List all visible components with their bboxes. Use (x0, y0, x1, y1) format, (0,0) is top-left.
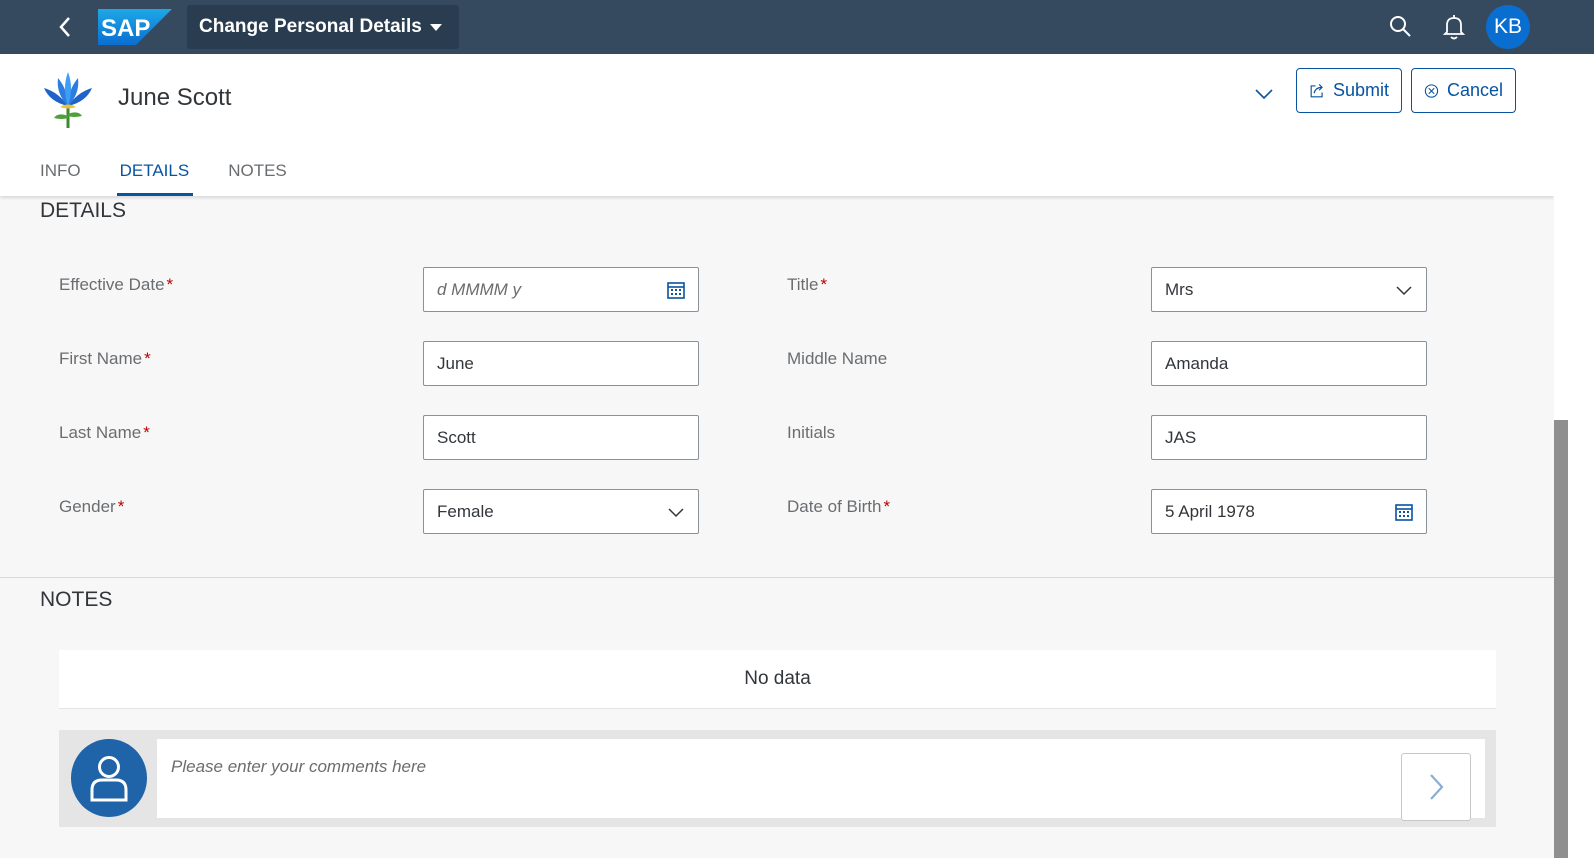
last-name-label: Last Name * (59, 423, 150, 442)
tab-notes[interactable]: NOTES (228, 154, 287, 196)
section-divider (0, 577, 1554, 578)
last-name-value: Scott (437, 427, 476, 447)
initials-field[interactable]: JAS (1151, 415, 1427, 460)
comment-textarea[interactable]: Please enter your comments here (157, 739, 1485, 821)
cancel-label: Cancel (1446, 80, 1503, 100)
tab-bar: INFO DETAILS NOTES (40, 154, 326, 196)
gender-value: Female (437, 501, 494, 521)
tab-details[interactable]: DETAILS (116, 154, 193, 196)
app-title: Change Personal Details (199, 16, 422, 37)
submit-label: Submit (1332, 80, 1389, 100)
share-icon (1310, 83, 1323, 97)
no-data-text: No data (744, 668, 811, 689)
caret-down-icon (429, 23, 442, 31)
first-name-value: June (437, 353, 474, 373)
notes-list-empty: No data (59, 650, 1496, 709)
last-name-field[interactable]: Scott (423, 415, 699, 460)
tab-info[interactable]: INFO (40, 154, 81, 196)
sap-logo[interactable]: SAP (98, 9, 172, 45)
back-button[interactable] (50, 12, 80, 42)
right-gutter (1568, 54, 1594, 858)
initials-value: JAS (1165, 427, 1197, 447)
date-of-birth-field[interactable]: 5 April 1978 (1151, 489, 1427, 534)
submit-button[interactable]: Submit (1296, 68, 1402, 113)
title-value: Mrs (1165, 279, 1194, 299)
date-of-birth-value: 5 April 1978 (1165, 501, 1255, 521)
person-icon (90, 756, 128, 802)
gender-select[interactable]: Female (423, 489, 699, 534)
shell-bar: SAP Change Personal Details KB (0, 0, 1594, 54)
cancel-icon (1424, 83, 1439, 98)
chevron-down-icon[interactable] (1252, 82, 1276, 106)
first-name-label: First Name * (59, 349, 151, 368)
initials-label: Initials (787, 423, 836, 442)
title-label: Title * (787, 275, 828, 294)
post-comment-button[interactable] (1401, 753, 1471, 821)
scrollbar-thumb[interactable] (1554, 420, 1568, 858)
notes-section-title: NOTES (40, 588, 113, 611)
search-icon[interactable] (1388, 14, 1414, 40)
title-select[interactable]: Mrs (1151, 267, 1427, 312)
feed-input: Please enter your comments here (59, 730, 1496, 827)
bell-icon[interactable] (1441, 13, 1467, 41)
app-title-menu[interactable]: Change Personal Details (187, 5, 459, 49)
effective-date-placeholder: d MMMM y (437, 279, 522, 299)
sap-logo-text: SAP (101, 15, 150, 42)
object-header: June Scott Submit Cancel INFO DETAILS NO… (0, 54, 1554, 196)
effective-date-field[interactable]: d MMMM y (423, 267, 699, 312)
chevron-right-icon (1430, 774, 1444, 800)
back-icon (59, 17, 70, 37)
date-of-birth-label: Date of Birth * (787, 497, 891, 516)
employee-name: June Scott (118, 84, 232, 111)
user-avatar-placeholder (71, 739, 147, 817)
calendar-icon[interactable] (1394, 502, 1414, 522)
details-section-title: DETAILS (40, 199, 126, 222)
user-avatar[interactable]: KB (1486, 5, 1530, 49)
comment-placeholder: Please enter your comments here (171, 757, 427, 776)
effective-date-label: Effective Date * (59, 275, 174, 294)
middle-name-value: Amanda (1165, 353, 1229, 373)
cancel-button[interactable]: Cancel (1411, 68, 1516, 113)
middle-name-field[interactable]: Amanda (1151, 341, 1427, 386)
gender-label: Gender * (59, 497, 125, 516)
lotus-flower-icon (44, 72, 92, 128)
chevron-down-icon[interactable] (1394, 280, 1414, 300)
first-name-field[interactable]: June (423, 341, 699, 386)
middle-name-label: Middle Name (787, 349, 888, 368)
calendar-icon[interactable] (666, 280, 686, 300)
chevron-down-icon[interactable] (666, 502, 686, 522)
